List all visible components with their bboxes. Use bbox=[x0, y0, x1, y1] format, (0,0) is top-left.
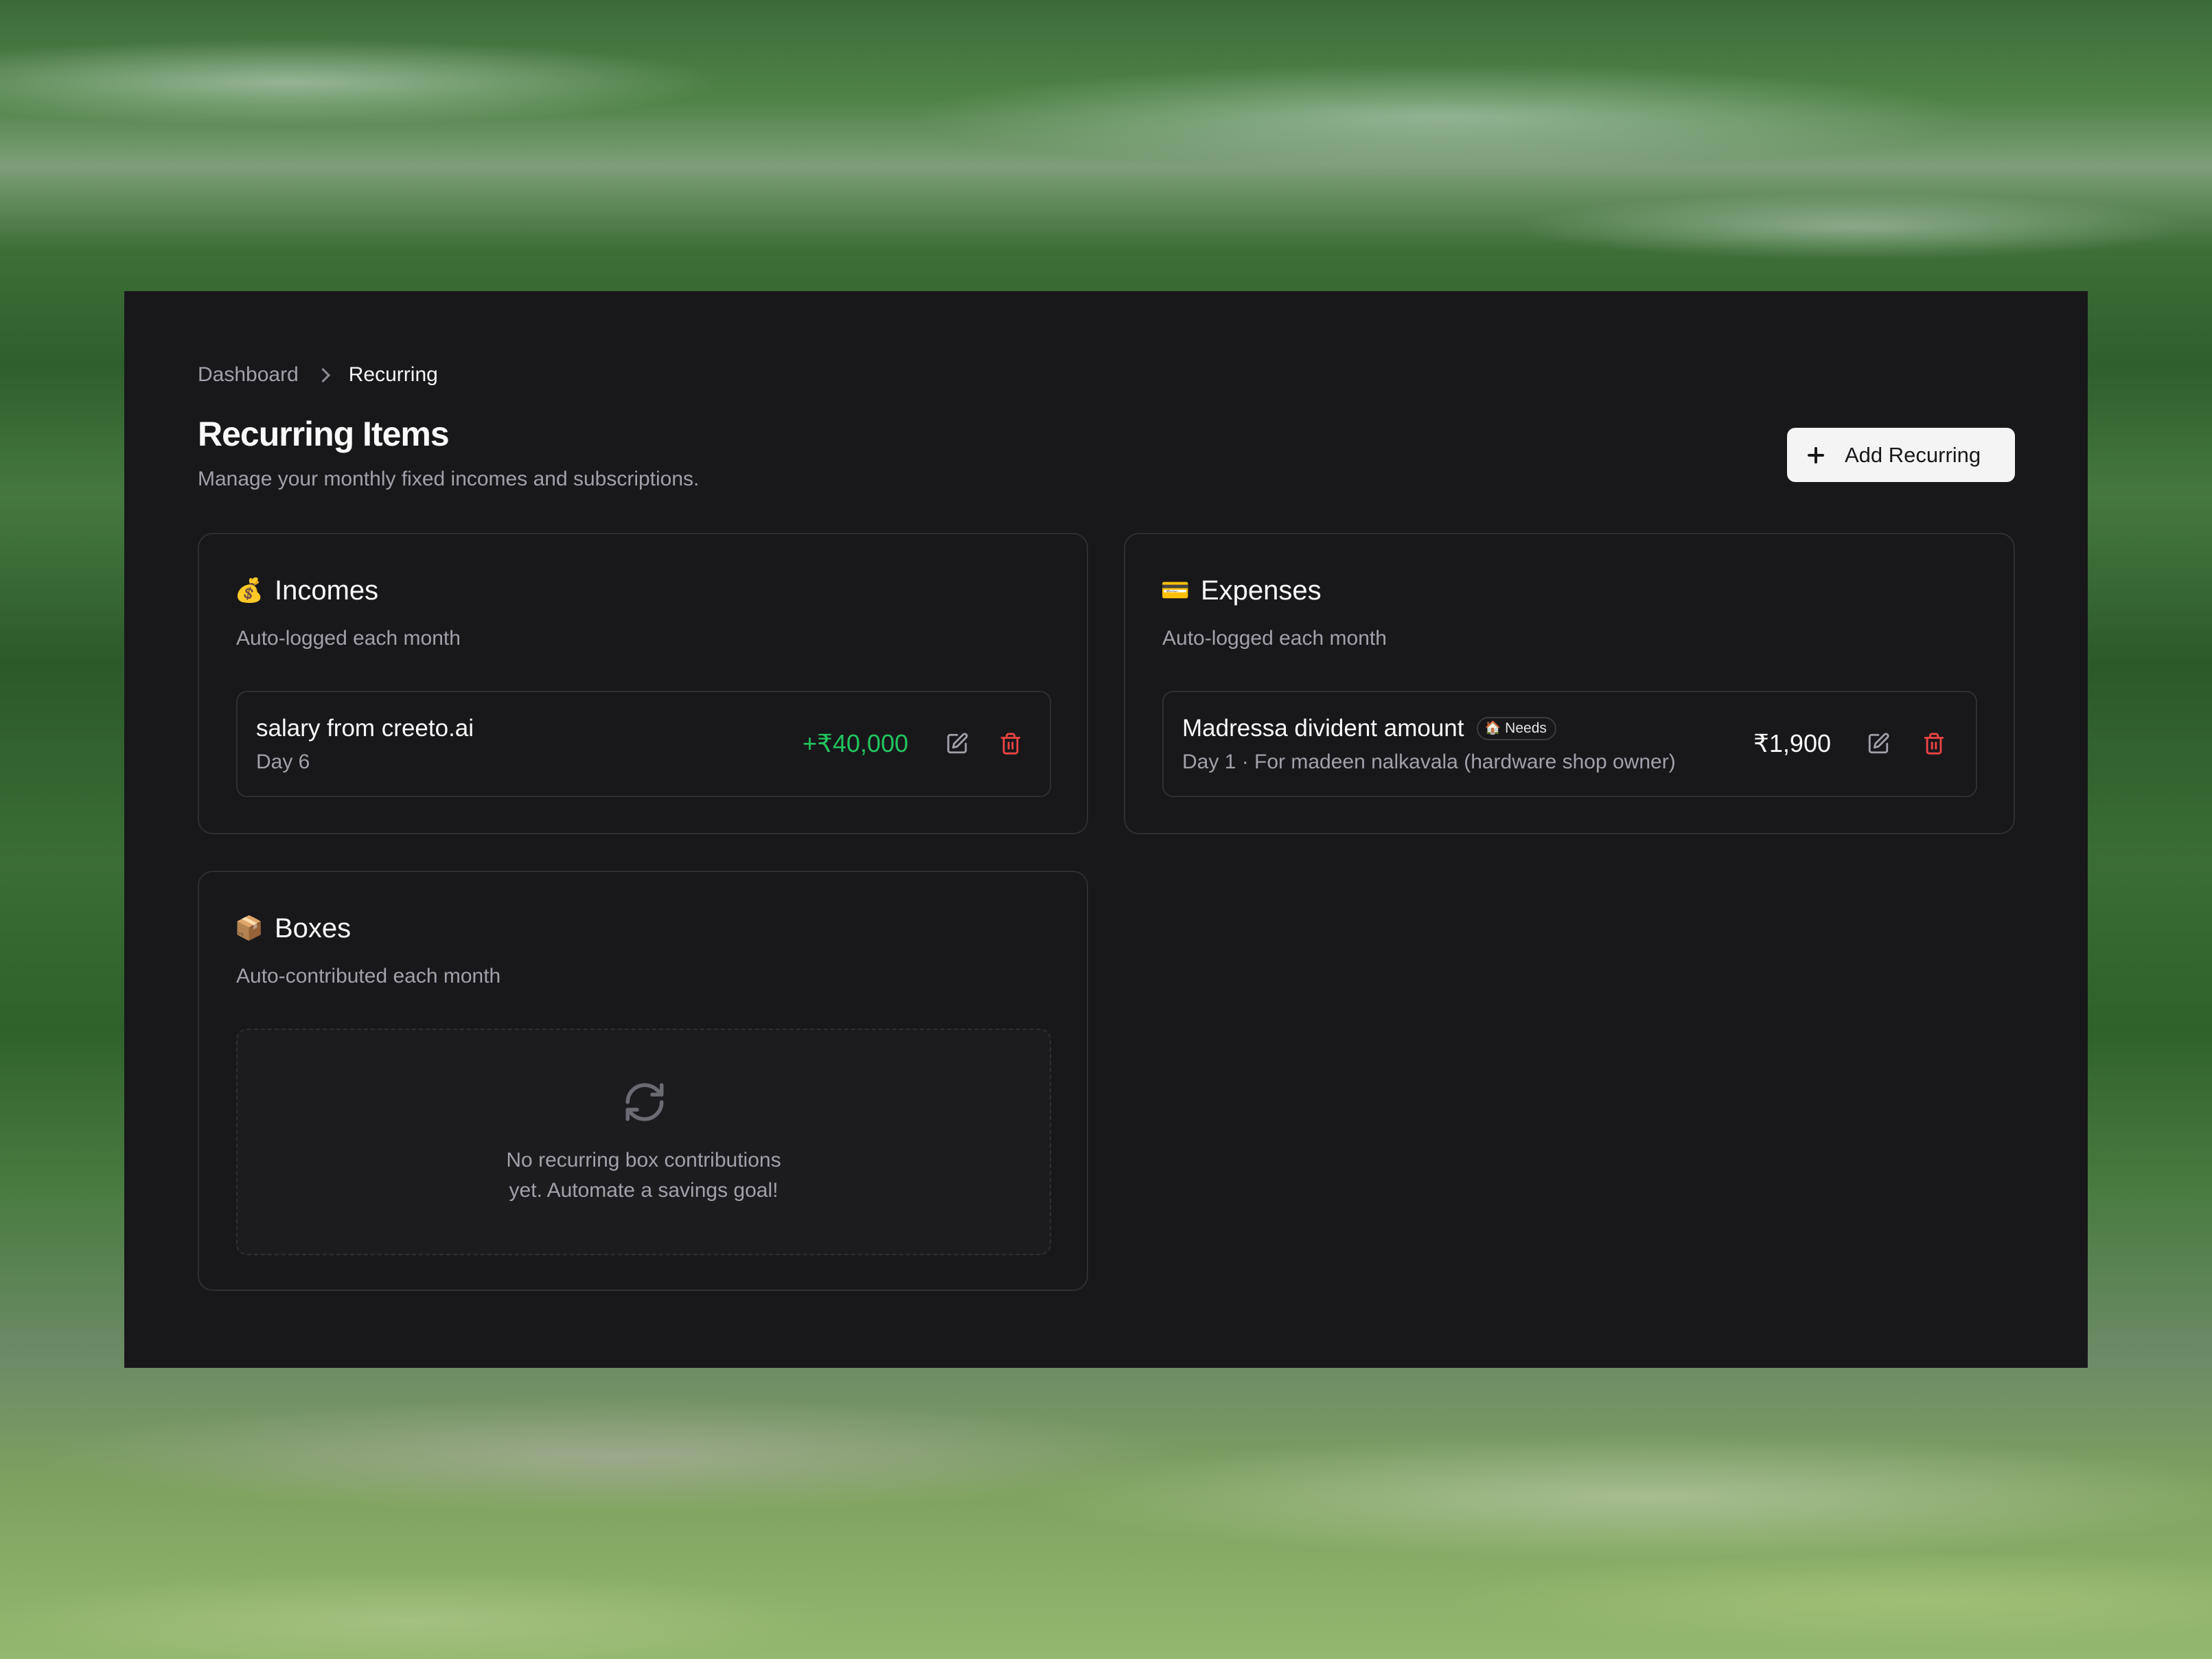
boxes-empty-line-1: No recurring box contributions bbox=[506, 1149, 781, 1171]
expenses-card: 💳 Expenses Auto-logged each month Madres… bbox=[1124, 533, 2015, 834]
expenses-header: 💳 Expenses bbox=[1161, 573, 1322, 608]
breadcrumb-current: Recurring bbox=[348, 363, 438, 386]
money-bag-icon: 💰 bbox=[234, 577, 264, 604]
edit-icon bbox=[1868, 733, 1889, 754]
delete-expense-button[interactable] bbox=[1920, 729, 1948, 758]
credit-card-icon: 💳 bbox=[1160, 577, 1190, 604]
category-badge: 🏠 Needs bbox=[1476, 717, 1556, 740]
incomes-title: Incomes bbox=[275, 575, 379, 606]
expense-meta: Day 1 · For madeen nalkavala (hardware s… bbox=[1182, 751, 1676, 773]
recurring-panel: Dashboard Recurring Recurring Items Mana… bbox=[124, 291, 2088, 1368]
income-meta: Day 6 bbox=[256, 751, 310, 773]
expenses-title: Expenses bbox=[1201, 575, 1322, 606]
package-icon: 📦 bbox=[234, 915, 264, 941]
edit-icon bbox=[947, 733, 968, 754]
boxes-title: Boxes bbox=[275, 913, 352, 943]
add-recurring-button[interactable]: Add Recurring bbox=[1787, 428, 2015, 482]
add-recurring-label: Add Recurring bbox=[1845, 442, 1981, 467]
incomes-subtitle: Auto-logged each month bbox=[236, 627, 461, 650]
income-name: salary from creeto.ai bbox=[256, 715, 474, 742]
edit-expense-button[interactable] bbox=[1864, 729, 1893, 758]
expense-row: Madressa divident amount 🏠 Needs Day 1 ·… bbox=[1162, 691, 1977, 797]
boxes-subtitle: Auto-contributed each month bbox=[236, 965, 501, 987]
expense-amount: ₹1,900 bbox=[1753, 729, 1831, 757]
breadcrumb: Dashboard Recurring bbox=[198, 360, 438, 390]
page-title: Recurring Items bbox=[198, 415, 450, 453]
boxes-empty-state: No recurring box contributions yet. Auto… bbox=[236, 1029, 1051, 1255]
category-badge-label: Needs bbox=[1505, 720, 1547, 736]
trash-icon bbox=[1000, 733, 1021, 755]
incomes-card: 💰 Incomes Auto-logged each month salary … bbox=[198, 533, 1088, 834]
expenses-subtitle: Auto-logged each month bbox=[1162, 627, 1387, 650]
incomes-header: 💰 Incomes bbox=[235, 573, 378, 608]
breadcrumb-dashboard-link[interactable]: Dashboard bbox=[198, 360, 299, 390]
boxes-empty-message: No recurring box contributions yet. Auto… bbox=[238, 1145, 1050, 1206]
income-amount: +₹40,000 bbox=[802, 729, 908, 757]
page-subtitle: Manage your monthly fixed incomes and su… bbox=[198, 468, 700, 490]
boxes-header: 📦 Boxes bbox=[235, 911, 351, 946]
expense-name: Madressa divident amount bbox=[1182, 715, 1464, 742]
boxes-empty-line-2: yet. Automate a savings goal! bbox=[509, 1179, 779, 1202]
expense-name-line: Madressa divident amount 🏠 Needs bbox=[1182, 713, 1556, 744]
delete-income-button[interactable] bbox=[996, 729, 1025, 758]
trash-icon bbox=[1924, 733, 1944, 755]
house-icon: 🏠 bbox=[1484, 721, 1501, 735]
boxes-card: 📦 Boxes Auto-contributed each month No r… bbox=[198, 871, 1088, 1291]
chevron-right-icon bbox=[315, 367, 330, 382]
plus-icon bbox=[1808, 446, 1824, 464]
refresh-icon bbox=[625, 1083, 664, 1121]
income-row: salary from creeto.ai Day 6 +₹40,000 bbox=[236, 691, 1051, 797]
edit-income-button[interactable] bbox=[943, 729, 971, 758]
